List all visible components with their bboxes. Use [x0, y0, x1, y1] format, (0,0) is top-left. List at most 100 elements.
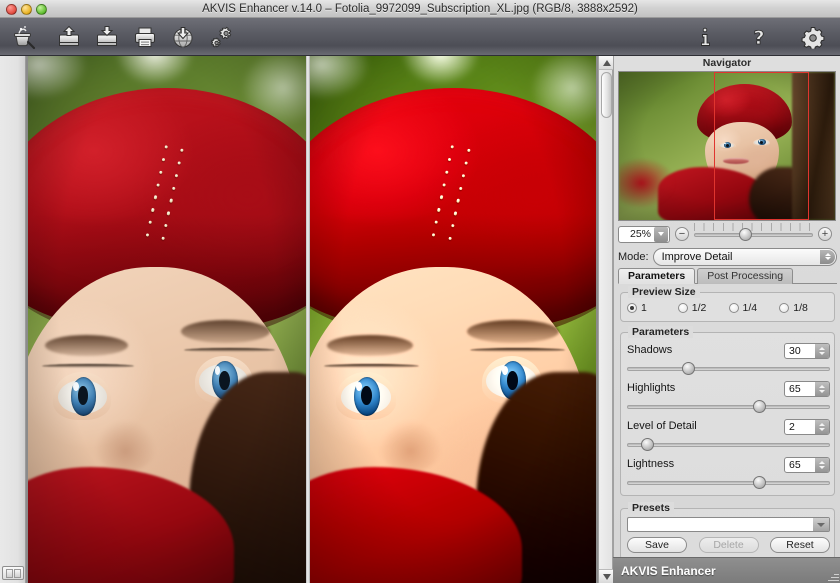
stepper-arrows-icon[interactable] [815, 458, 829, 472]
toolbar-right-group: ? [686, 18, 832, 56]
zoom-slider[interactable] [694, 227, 813, 241]
radio-icon [678, 303, 688, 313]
param-label: Lightness [627, 458, 674, 470]
zoom-in-button[interactable]: + [818, 227, 832, 241]
settings-panel: Navigator [613, 56, 840, 557]
presets-title: Presets [628, 502, 674, 514]
level-of-detail-slider[interactable] [627, 438, 830, 451]
preview-size-1-4[interactable]: 1/4 [729, 302, 780, 314]
param-label: Highlights [627, 382, 675, 394]
parameters-group: Parameters Shadows 30 Highlights 65 [620, 332, 835, 496]
save-preset-button[interactable]: Save [627, 537, 687, 553]
slider-knob[interactable] [753, 400, 766, 413]
stepper-arrows-icon[interactable] [815, 420, 829, 434]
tab-parameters[interactable]: Parameters [618, 268, 695, 284]
zoom-value: 25% [619, 228, 654, 240]
param-value: 2 [785, 420, 815, 434]
slider-knob[interactable] [753, 476, 766, 489]
radio-label: 1/4 [743, 302, 758, 314]
preview-size-group: Preview Size 1 1/2 1/4 1/8 [620, 292, 835, 322]
help-icon[interactable]: ? [740, 20, 778, 54]
preview-size-1[interactable]: 1 [627, 302, 678, 314]
mode-select[interactable]: Improve Detail [653, 248, 837, 266]
batch-gears-icon[interactable] [202, 20, 240, 54]
radio-icon [627, 303, 637, 313]
navigator-thumbnail[interactable] [618, 71, 836, 221]
image-canvas[interactable] [26, 56, 598, 583]
status-bar: AKVIS Enhancer [613, 557, 840, 583]
vignette [310, 56, 596, 583]
preset-select[interactable] [627, 517, 830, 532]
vignette [28, 56, 306, 583]
panel-tabs: Parameters Post Processing [618, 268, 837, 284]
title-bar: AKVIS Enhancer v.14.0 – Fotolia_9972099_… [0, 0, 840, 18]
scroll-down-arrow[interactable] [599, 569, 614, 583]
mode-row: Mode: Improve Detail [618, 247, 837, 266]
main-toolbar: ? [0, 18, 840, 56]
canvas-vertical-scrollbar[interactable] [598, 56, 613, 583]
info-icon[interactable] [686, 20, 724, 54]
magic-wand-icon[interactable] [4, 20, 42, 54]
open-image-icon[interactable] [50, 20, 88, 54]
pane-left-glyph [6, 569, 13, 578]
presets-group: Presets Save Delete Reset [620, 508, 835, 560]
chevron-down-icon[interactable] [813, 518, 829, 531]
lightness-stepper[interactable]: 65 [784, 457, 830, 473]
stepper-arrows-icon[interactable] [815, 382, 829, 396]
delete-preset-button[interactable]: Delete [699, 537, 759, 553]
param-row-level-of-detail: Level of Detail 2 [627, 419, 830, 435]
preview-size-1-2[interactable]: 1/2 [678, 302, 729, 314]
param-value: 30 [785, 344, 815, 358]
window-title: AKVIS Enhancer v.14.0 – Fotolia_9972099_… [0, 0, 840, 18]
resize-grip[interactable] [827, 570, 839, 582]
preview-size-title: Preview Size [628, 286, 700, 298]
reset-preset-button[interactable]: Reset [770, 537, 830, 553]
scroll-thumb[interactable] [601, 72, 612, 118]
tab-post-processing[interactable]: Post Processing [697, 268, 793, 284]
slider-knob[interactable] [641, 438, 654, 451]
save-image-icon[interactable] [88, 20, 126, 54]
highlights-slider[interactable] [627, 400, 830, 413]
original-image[interactable] [28, 56, 306, 583]
param-row-lightness: Lightness 65 [627, 457, 830, 473]
param-label: Level of Detail [627, 420, 697, 432]
preview-size-1-8[interactable]: 1/8 [779, 302, 830, 314]
preset-buttons: Save Delete Reset [627, 537, 830, 553]
preview-size-options: 1 1/2 1/4 1/8 [627, 302, 830, 314]
compare-view-button[interactable] [2, 566, 24, 580]
photo-before [28, 56, 306, 583]
zoom-slider-knob[interactable] [739, 228, 752, 241]
zoom-input[interactable]: 25% [618, 226, 670, 243]
radio-icon [779, 303, 789, 313]
radio-icon [729, 303, 739, 313]
toolbar-left-group [4, 18, 240, 56]
shadows-slider[interactable] [627, 362, 830, 375]
chevron-down-icon[interactable] [654, 227, 668, 242]
publish-web-icon[interactable] [164, 20, 202, 54]
param-label: Shadows [627, 344, 672, 356]
slider-rail [627, 367, 830, 371]
radio-label: 1/2 [692, 302, 707, 314]
stepper-arrows-icon[interactable] [815, 344, 829, 358]
mode-value: Improve Detail [662, 251, 733, 263]
highlights-stepper[interactable]: 65 [784, 381, 830, 397]
slider-rail [627, 481, 830, 485]
scroll-up-arrow[interactable] [599, 56, 614, 70]
processed-image[interactable] [310, 56, 596, 583]
level-of-detail-stepper[interactable]: 2 [784, 419, 830, 435]
preferences-gear-icon[interactable] [794, 20, 832, 54]
slider-rail [627, 443, 830, 447]
stepper-arrows-icon[interactable] [820, 250, 835, 264]
print-icon[interactable] [126, 20, 164, 54]
shadows-stepper[interactable]: 30 [784, 343, 830, 359]
param-row-shadows: Shadows 30 [627, 343, 830, 359]
zoom-out-button[interactable]: − [675, 227, 689, 241]
navigator-title: Navigator [614, 56, 840, 70]
radio-label: 1/8 [793, 302, 808, 314]
lightness-slider[interactable] [627, 476, 830, 489]
application-window: AKVIS Enhancer v.14.0 – Fotolia_9972099_… [0, 0, 840, 583]
preset-value [628, 518, 829, 531]
slider-knob[interactable] [682, 362, 695, 375]
param-value: 65 [785, 458, 815, 472]
navigator-viewport[interactable] [714, 72, 809, 220]
